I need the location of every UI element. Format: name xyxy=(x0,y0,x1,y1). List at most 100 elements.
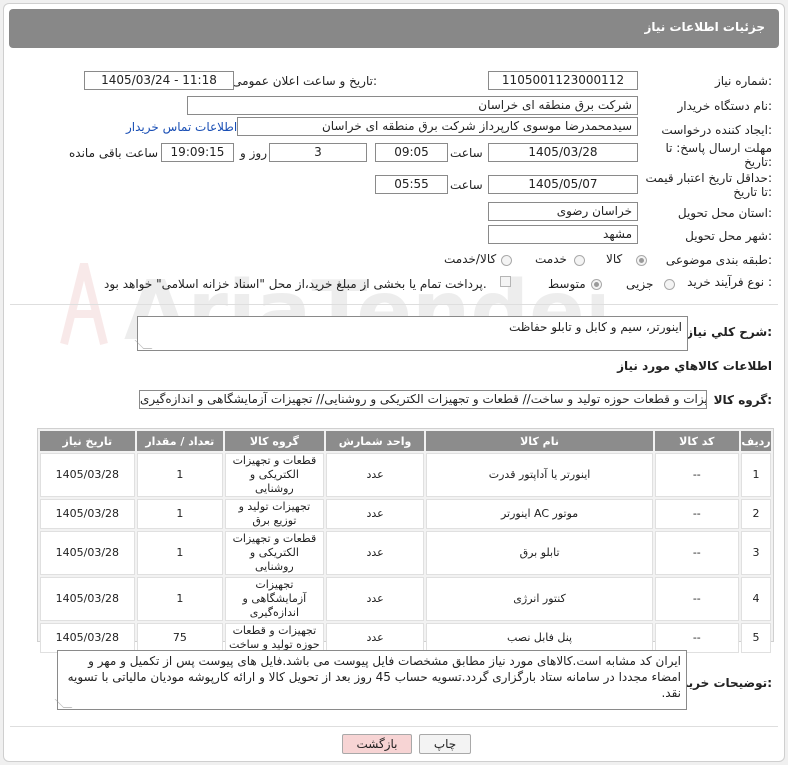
summary-textarea[interactable]: اینورتر، سیم و کابل و تابلو حفاظت xyxy=(134,316,688,351)
goods-table-container: ردیف کد کالا نام کالا واحد شمارش گروه کالا تع… xyxy=(37,428,774,653)
table-row[interactable]: 1 -- اینورتر یا آداپتور قدرت عدد قطعات و تجه… xyxy=(40,453,771,497)
category-radio-goods-service[interactable] xyxy=(501,255,512,266)
goods-section-title: اطلاعات کالاهاي مورد نياز xyxy=(617,359,772,373)
category-label: طبقه بندی موضوعی: xyxy=(665,253,772,267)
province-field[interactable]: خراسان رضوی xyxy=(488,202,638,221)
back-button[interactable]: بازگشت xyxy=(342,734,412,754)
table-header-row: ردیف کد کالا نام کالا واحد شمارش گروه کالا تع… xyxy=(40,431,771,451)
table-cell: 75 xyxy=(136,623,224,653)
process-label: نوع فرآیند خرید : xyxy=(687,275,772,289)
table-header-cell: واحد شمارش xyxy=(325,431,425,451)
table-cell: عدد xyxy=(325,623,425,653)
deadline-time-label: ساعت xyxy=(450,146,483,160)
table-row[interactable]: 3 -- تابلو برق عدد قطعات و تجهیزات الکتریکی … xyxy=(40,531,771,575)
category-radio-service[interactable] xyxy=(574,255,585,266)
divider xyxy=(10,726,778,727)
table-cell: قطعات و تجهیزات الکتریکی و روشنایی xyxy=(225,531,324,575)
table-cell: عدد xyxy=(325,453,425,497)
buyer-org-field[interactable]: شرکت برق منطقه ای خراسان xyxy=(187,96,638,115)
table-cell: 4 xyxy=(740,577,771,621)
buyer-notes-textarea[interactable]: ایران کد مشابه است.کالاهای مورد نیاز مطا… xyxy=(54,650,687,710)
resize-grip-icon[interactable] xyxy=(134,340,153,349)
deadline-label-date: تاریخ: xyxy=(744,155,772,169)
summary-label: شرح کلي نياز: xyxy=(686,325,772,339)
deadline-date-field[interactable]: 1405/03/28 xyxy=(488,143,638,162)
process-option-medium: متوسط xyxy=(548,277,586,291)
divider xyxy=(10,304,778,305)
table-cell: پنل فابل نصب xyxy=(426,623,653,653)
table-cell: 1405/03/28 xyxy=(40,577,135,621)
print-button[interactable]: چاپ xyxy=(419,734,471,754)
need-details-panel: جزئیات اطلاعات نیاز AriaTender.neT شماره… xyxy=(3,3,785,762)
table-cell: 1405/03/28 xyxy=(40,453,135,497)
table-row[interactable]: 5 -- پنل فابل نصب عدد تجهیزات و قطعات حوزه ت… xyxy=(40,623,771,653)
announce-datetime-field[interactable]: 1405/03/24 - 11:18 xyxy=(84,71,234,90)
table-cell: -- xyxy=(654,623,739,653)
table-body: 1 -- اینورتر یا آداپتور قدرت عدد قطعات و تجه… xyxy=(40,453,771,653)
treasury-payment-note: پرداخت تمام یا بخشی از مبلغ خرید،از محل … xyxy=(104,277,487,291)
table-cell: -- xyxy=(654,577,739,621)
buyer-org-label: نام دستگاه خریدار: xyxy=(677,99,773,113)
buyer-contact-link[interactable]: اطلاعات تماس خریدار xyxy=(126,120,237,134)
table-cell: تجهیزات آزمایشگاهی و اندازه‌گیری xyxy=(225,577,324,621)
table-cell: تجهیزات تولید و توزیع برق xyxy=(225,499,324,529)
table-cell: -- xyxy=(654,499,739,529)
deadline-label: مهلت ارسال پاسخ: تا xyxy=(665,141,772,155)
table-header-cell: نام کالا xyxy=(426,431,653,451)
buyer-notes-text: ایران کد مشابه است.کالاهای مورد نیاز مطا… xyxy=(67,654,681,700)
table-cell: اینورتر یا آداپتور قدرت xyxy=(426,453,653,497)
table-cell: عدد xyxy=(325,499,425,529)
category-radio-goods[interactable] xyxy=(636,255,647,266)
table-header-cell: تعداد / مقدار xyxy=(136,431,224,451)
validity-label-date: تا تاریخ: xyxy=(733,185,772,199)
validity-date-field[interactable]: 1405/05/07 xyxy=(488,175,638,194)
panel-header: جزئیات اطلاعات نیاز xyxy=(9,9,779,48)
table-cell: موتور AC اینورتر xyxy=(426,499,653,529)
panel-title: جزئیات اطلاعات نیاز xyxy=(644,20,765,34)
category-option-goods: کالا xyxy=(606,252,623,266)
process-radio-partial[interactable] xyxy=(664,279,675,290)
need-number-label: شماره نیاز: xyxy=(714,74,772,88)
validity-time-field[interactable]: 05:55 xyxy=(375,175,448,194)
province-label: استان محل تحویل: xyxy=(677,206,772,220)
table-cell: عدد xyxy=(325,531,425,575)
table-cell: 1 xyxy=(136,577,224,621)
table-cell: 1 xyxy=(136,499,224,529)
creator-label: ایجاد کننده درخواست: xyxy=(661,123,772,137)
resize-grip-icon[interactable] xyxy=(54,699,73,708)
days-word: روز و xyxy=(240,146,267,160)
treasury-payment-checkbox[interactable] xyxy=(500,276,511,287)
table-cell: قطعات و تجهیزات الکتریکی و روشنایی xyxy=(225,453,324,497)
process-option-partial: جزیی xyxy=(626,277,654,291)
remaining-time-field[interactable]: 19:09:15 xyxy=(161,143,234,162)
table-row[interactable]: 4 -- کنتور انرژی عدد تجهیزات آزمایشگاهی و ان… xyxy=(40,577,771,621)
table-cell: 1405/03/28 xyxy=(40,531,135,575)
table-cell: 1 xyxy=(136,453,224,497)
announce-datetime-label: تاریخ و ساعت اعلان عمومی: xyxy=(232,74,377,88)
validity-label: حداقل تاریخ اعتبار قیمت: xyxy=(645,171,772,185)
goods-group-label: گروه کالا: xyxy=(713,393,772,407)
goods-group-field[interactable]: تجهیزات تولید و توزیع برق// تجهیزات و قط… xyxy=(139,390,707,409)
table-cell: تجهیزات و قطعات حوزه تولید و ساخت xyxy=(225,623,324,653)
table-cell: 1405/03/28 xyxy=(40,499,135,529)
table-cell: 1405/03/28 xyxy=(40,623,135,653)
city-field[interactable]: مشهد xyxy=(488,225,638,244)
table-cell: -- xyxy=(654,453,739,497)
category-option-service: خدمت xyxy=(535,252,567,266)
table-cell: 5 xyxy=(740,623,771,653)
table-row[interactable]: 2 -- موتور AC اینورتر عدد تجهیزات تولید و تو… xyxy=(40,499,771,529)
table-cell: کنتور انرژی xyxy=(426,577,653,621)
days-remaining-field[interactable]: 3 xyxy=(269,143,367,162)
process-radio-medium[interactable] xyxy=(591,279,602,290)
summary-text: اینورتر، سیم و کابل و تابلو حفاظت xyxy=(508,320,682,334)
table-header-cell: تاریخ نیاز xyxy=(40,431,135,451)
category-option-goods-service: کالا/خدمت xyxy=(444,252,497,266)
city-label: شهر محل تحویل: xyxy=(685,229,772,243)
table-header-cell: ردیف xyxy=(740,431,771,451)
table-cell: 1 xyxy=(136,531,224,575)
deadline-time-field[interactable]: 09:05 xyxy=(375,143,448,162)
table-header-cell: گروه کالا xyxy=(225,431,324,451)
creator-field[interactable]: سیدمحمدرضا موسوی کارپرداز شرکت برق منطقه… xyxy=(237,117,638,136)
goods-table: ردیف کد کالا نام کالا واحد شمارش گروه کالا تع… xyxy=(38,429,773,655)
need-number-field[interactable]: 1105001123000112 xyxy=(488,71,638,90)
